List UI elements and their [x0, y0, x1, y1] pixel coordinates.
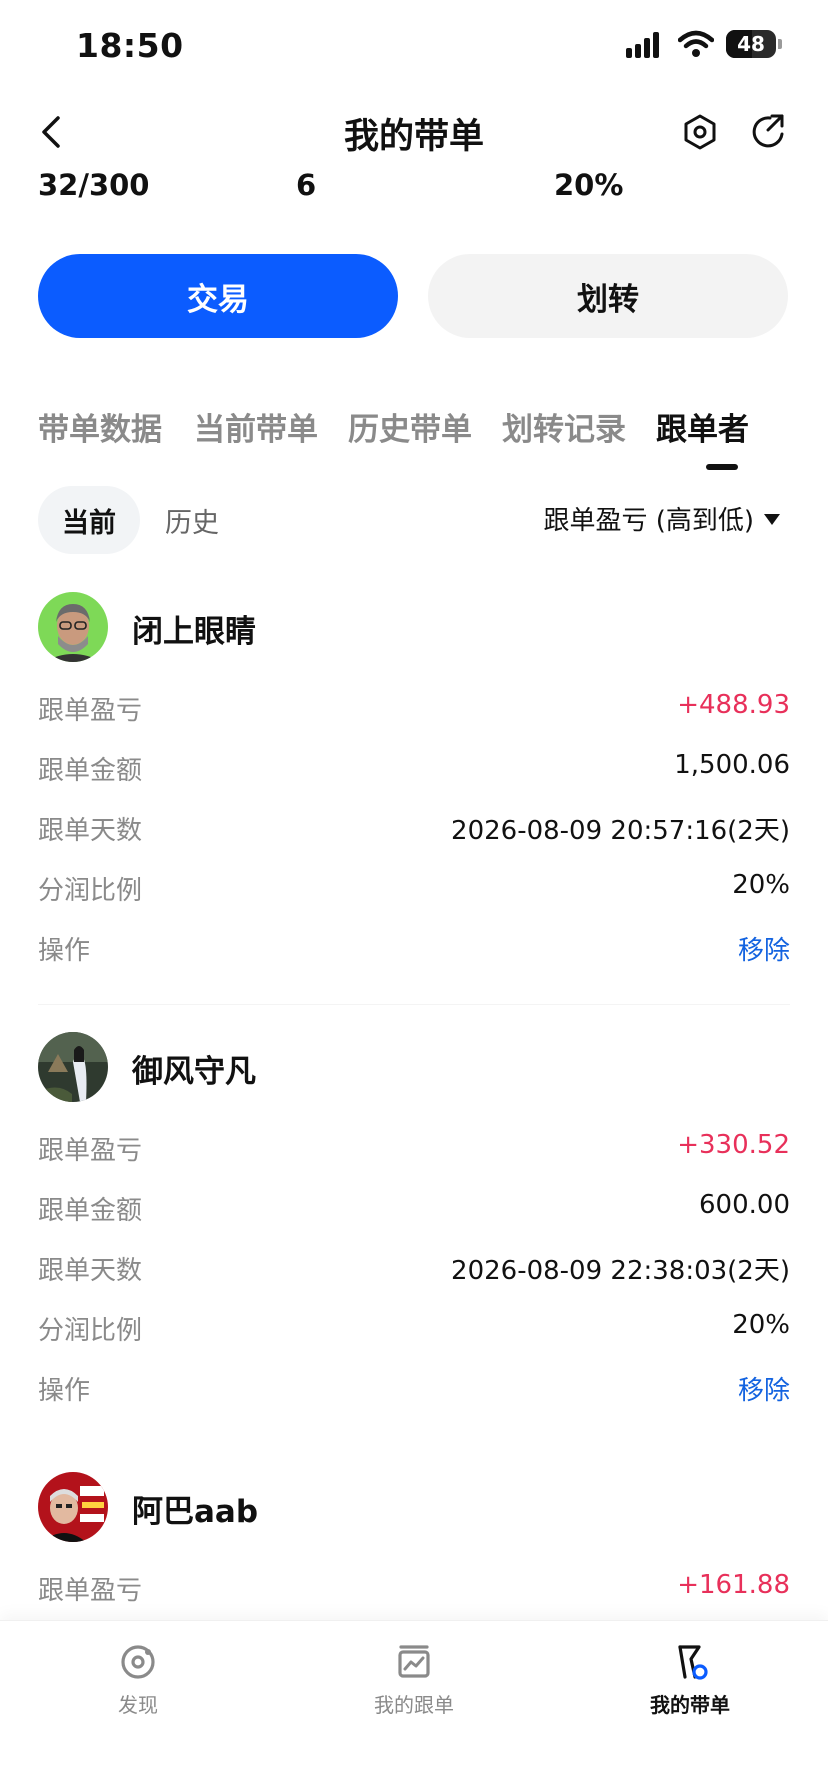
- tab-indicator: [706, 464, 738, 470]
- share-label: 分润比例: [38, 876, 143, 906]
- status-bar: 18:50 48: [0, 0, 828, 96]
- trade-button[interactable]: 交易: [38, 254, 398, 338]
- battery-icon: 48: [726, 30, 782, 58]
- pnl-label: 跟单盈亏: [38, 696, 143, 726]
- operation-label: 操作: [38, 1376, 91, 1406]
- nav-my-lead[interactable]: 我的带单: [610, 1643, 770, 1718]
- nav-my-lead-label: 我的带单: [650, 1693, 730, 1717]
- pnl-label: 跟单盈亏: [38, 1136, 143, 1166]
- pnl-row: 跟单盈亏 +161.88: [38, 1570, 790, 1610]
- nav-my-follow[interactable]: 我的跟单: [334, 1643, 494, 1718]
- pnl-value: +488.93: [677, 690, 790, 720]
- amount-row: 跟单金额 1,500.06: [38, 750, 790, 790]
- remove-button[interactable]: 移除: [738, 930, 790, 967]
- avatar: [38, 1032, 108, 1102]
- days-label: 跟单天数: [38, 816, 143, 846]
- days-label: 跟单天数: [38, 1256, 143, 1286]
- stat-followers: 32/300: [38, 168, 150, 202]
- nav-discover-label: 发现: [118, 1693, 158, 1717]
- follower-card: 闭上眼睛 跟单盈亏 +488.93 跟单金额 1,500.06 跟单天数 202…: [0, 592, 828, 992]
- tab-transfer-records[interactable]: 划转记录: [502, 404, 626, 449]
- amount-value: 1,500.06: [674, 750, 790, 780]
- header: 我的带单: [0, 96, 828, 172]
- avatar: [38, 592, 108, 662]
- follower-card: 阿巴aab 跟单盈亏 +161.88: [0, 1472, 828, 1620]
- pnl-value: +161.88: [677, 1570, 790, 1600]
- signal-icon: [626, 30, 666, 58]
- operation-label: 操作: [38, 936, 91, 966]
- chart-icon: [398, 1645, 430, 1678]
- sort-label: 跟单盈亏 (高到低): [543, 506, 754, 536]
- filter-current[interactable]: 当前: [38, 486, 140, 554]
- pnl-value: +330.52: [677, 1130, 790, 1160]
- flag-icon: [678, 1645, 708, 1680]
- share-row: 分润比例 20%: [38, 870, 790, 910]
- tab-history-lead[interactable]: 历史带单: [348, 404, 472, 449]
- share-row: 分润比例 20%: [38, 1310, 790, 1350]
- tab-current-lead[interactable]: 当前带单: [194, 404, 318, 449]
- days-row: 跟单天数 2026-08-09 20:57:16(2天): [38, 810, 790, 850]
- follower-name: 闭上眼睛: [132, 614, 256, 650]
- filter-history[interactable]: 历史: [152, 486, 232, 554]
- operation-row: 操作 移除: [38, 1370, 790, 1410]
- status-icons: 48: [626, 30, 782, 58]
- stat-count: 6: [296, 168, 317, 202]
- wifi-icon: [678, 30, 714, 57]
- tab-bar: 带单数据 当前带单 历史带单 划转记录 跟单者: [0, 404, 828, 474]
- nav-my-follow-label: 我的跟单: [374, 1693, 454, 1717]
- days-value: 2026-08-09 22:38:03(2天): [451, 1256, 790, 1286]
- follower-name: 阿巴aab: [132, 1494, 259, 1530]
- follower-name: 御风守凡: [132, 1054, 256, 1090]
- days-row: 跟单天数 2026-08-09 22:38:03(2天): [38, 1250, 790, 1290]
- nav-discover[interactable]: 发现: [58, 1643, 218, 1718]
- transfer-button[interactable]: 划转: [428, 254, 788, 338]
- bottom-nav: 发现 我的跟单 我的带单: [0, 1620, 828, 1792]
- pnl-row: 跟单盈亏 +488.93: [38, 690, 790, 730]
- hexagon-settings-icon[interactable]: [680, 112, 720, 152]
- follower-card: 御风守凡 跟单盈亏 +330.52 跟单金额 600.00 跟单天数 2026-…: [0, 1032, 828, 1432]
- share-value: 20%: [732, 1310, 790, 1340]
- tab-lead-data[interactable]: 带单数据: [38, 404, 162, 449]
- share-label: 分润比例: [38, 1316, 143, 1346]
- avatar: [38, 1472, 108, 1542]
- stat-share-ratio: 20%: [554, 168, 624, 202]
- sort-dropdown[interactable]: 跟单盈亏 (高到低): [543, 500, 780, 537]
- battery-level: 48: [737, 32, 765, 56]
- divider: [38, 1004, 790, 1005]
- operation-row: 操作 移除: [38, 930, 790, 970]
- share-value: 20%: [732, 870, 790, 900]
- discover-icon: [121, 1645, 155, 1679]
- amount-row: 跟单金额 600.00: [38, 1190, 790, 1230]
- stats-row: 32/300 6 20%: [0, 168, 828, 208]
- pnl-label: 跟单盈亏: [38, 1576, 143, 1606]
- pnl-row: 跟单盈亏 +330.52: [38, 1130, 790, 1170]
- amount-label: 跟单金额: [38, 1196, 143, 1226]
- amount-label: 跟单金额: [38, 756, 143, 786]
- amount-value: 600.00: [699, 1190, 790, 1220]
- caret-down-icon: [764, 514, 780, 525]
- tab-followers[interactable]: 跟单者: [656, 404, 749, 449]
- status-time: 18:50: [76, 26, 184, 65]
- days-value: 2026-08-09 20:57:16(2天): [451, 816, 790, 846]
- share-icon[interactable]: [748, 112, 788, 152]
- remove-button[interactable]: 移除: [738, 1370, 790, 1407]
